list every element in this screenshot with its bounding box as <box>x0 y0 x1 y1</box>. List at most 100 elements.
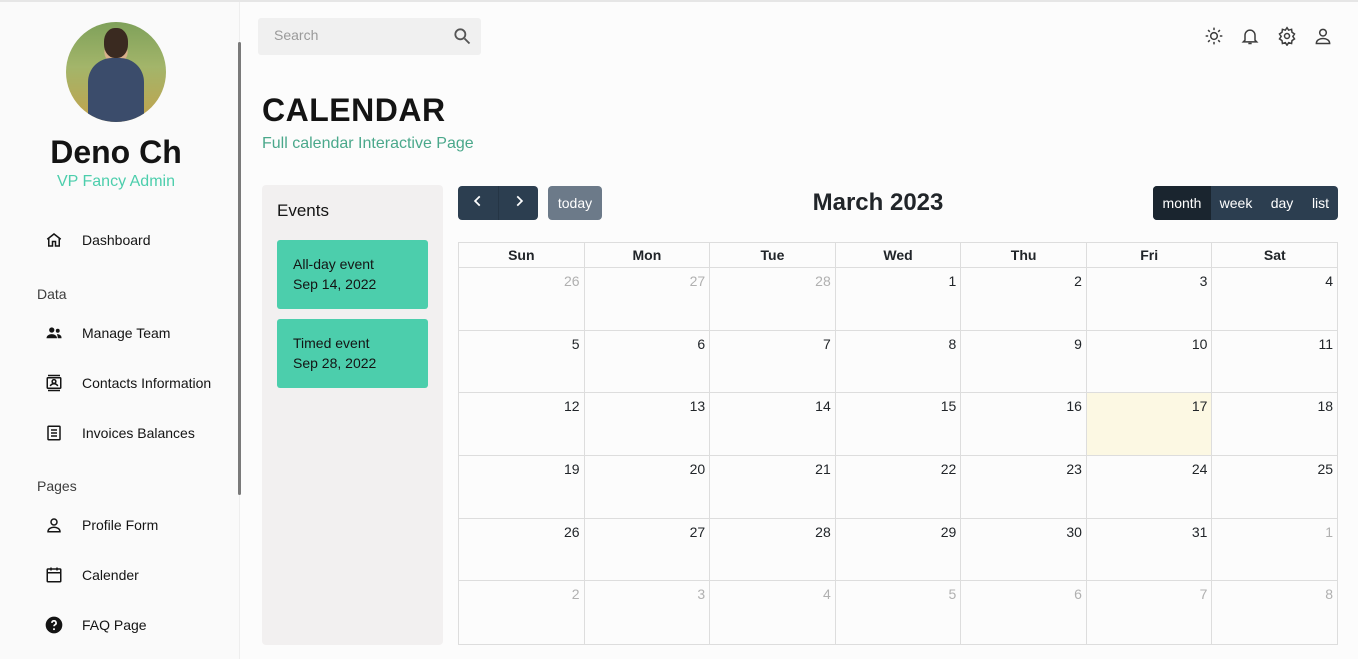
sidebar-item-contacts[interactable]: Contacts Information <box>0 361 236 405</box>
calendar-day-cell[interactable]: 1 <box>1212 519 1337 581</box>
section-label-pages: Pages <box>37 478 77 494</box>
calendar-day-cell[interactable]: 21 <box>710 455 836 518</box>
nav-button-group <box>458 186 538 220</box>
sidebar-scrollbar[interactable] <box>238 42 241 495</box>
calendar-day-cell[interactable]: 28 <box>710 518 836 581</box>
calendar-day-cell[interactable]: 27 <box>585 518 711 581</box>
calendar-day-cell[interactable]: 8 <box>1212 581 1337 644</box>
search-icon[interactable] <box>452 26 472 46</box>
calendar-day-cell[interactable]: 18 <box>1212 393 1337 455</box>
day-number: 2 <box>1074 273 1082 289</box>
day-number: 3 <box>697 586 706 603</box>
day-number: 6 <box>1074 586 1082 603</box>
search-input[interactable] <box>274 27 444 43</box>
day-number: 3 <box>1199 273 1208 289</box>
calendar-day-cell[interactable]: 6 <box>585 330 711 393</box>
view-week-button[interactable]: week <box>1211 186 1261 220</box>
calendar-day-cell[interactable]: 17 <box>1086 393 1213 455</box>
day-number: 4 <box>1325 273 1334 289</box>
weekday-label: Fri <box>1087 243 1213 267</box>
event-card[interactable]: All-day event Sep 14, 2022 <box>277 240 428 309</box>
sidebar-item-calendar[interactable]: Calender <box>0 553 236 597</box>
calendar-day-cell[interactable]: 31 <box>1087 518 1213 581</box>
calendar-day-cell[interactable]: 27 <box>585 268 711 330</box>
calendar-day-cell[interactable]: 2 <box>459 581 585 644</box>
sidebar-item-manage-team[interactable]: Manage Team <box>0 311 236 355</box>
calendar-day-cell[interactable]: 26 <box>459 518 585 581</box>
calendar-day-cell[interactable]: 11 <box>1212 331 1337 393</box>
event-title: All-day event <box>293 256 374 272</box>
event-date: Sep 14, 2022 <box>293 276 377 292</box>
section-label-data: Data <box>37 286 67 302</box>
calendar-day-cell[interactable]: 6 <box>961 581 1087 644</box>
day-number: 9 <box>1074 335 1082 352</box>
today-button[interactable]: today <box>548 186 602 220</box>
search-box <box>258 18 481 55</box>
day-number: 5 <box>948 586 957 603</box>
day-number: 6 <box>697 335 706 352</box>
event-card[interactable]: Timed event Sep 28, 2022 <box>277 319 428 388</box>
calendar-day-cell[interactable]: 22 <box>836 455 962 518</box>
next-button[interactable] <box>498 186 538 220</box>
calendar-day-cell[interactable]: 13 <box>585 393 711 455</box>
day-number: 1 <box>1325 523 1334 540</box>
day-number: 8 <box>1325 586 1334 603</box>
user-name: Deno Ch <box>50 134 182 170</box>
calendar-day-cell[interactable]: 23 <box>961 455 1087 518</box>
weekday-label: Sun <box>459 243 585 267</box>
receipt-icon <box>44 423 64 443</box>
calendar-icon <box>44 565 64 585</box>
person-icon[interactable] <box>1311 24 1335 48</box>
day-number: 10 <box>1191 335 1208 352</box>
calendar-week-row: 5 6 7 8 9 10 11 <box>459 330 1337 394</box>
calendar-day-cell[interactable]: 3 <box>1087 268 1213 330</box>
sidebar-item-profile-form[interactable]: Profile Form <box>0 503 236 547</box>
prev-button[interactable] <box>458 186 498 220</box>
calendar-day-cell[interactable]: 12 <box>459 393 585 455</box>
sidebar-item-faq[interactable]: FAQ Page <box>0 603 236 647</box>
calendar-day-cell[interactable]: 2 <box>961 268 1087 330</box>
events-title: Events <box>277 201 329 220</box>
calendar-day-cell[interactable]: 7 <box>1087 581 1213 644</box>
calendar-day-cell[interactable]: 20 <box>585 455 711 518</box>
calendar-day-cell[interactable]: 9 <box>961 330 1087 393</box>
calendar-day-cell[interactable]: 29 <box>836 518 962 581</box>
calendar-day-cell[interactable]: 3 <box>585 581 711 644</box>
calendar-day-cell[interactable]: 28 <box>710 268 836 330</box>
notifications-icon[interactable] <box>1238 24 1262 48</box>
calendar-day-cell[interactable]: 5 <box>459 330 585 393</box>
calendar-day-cell[interactable]: 26 <box>459 268 585 330</box>
home-icon <box>44 230 64 250</box>
calendar-day-cell[interactable]: 5 <box>836 581 962 644</box>
calendar-day-cell[interactable]: 10 <box>1087 330 1213 393</box>
calendar-day-cell[interactable]: 4 <box>710 581 836 644</box>
calendar-day-cell[interactable]: 16 <box>961 393 1087 455</box>
sidebar-item-label: Profile Form <box>82 517 159 533</box>
view-day-button[interactable]: day <box>1261 186 1303 220</box>
calendar-day-cell[interactable]: 24 <box>1087 455 1213 518</box>
sidebar-item-dashboard[interactable]: Dashboard <box>0 218 236 262</box>
light-mode-icon[interactable] <box>1202 24 1226 48</box>
calendar-day-cell[interactable]: 1 <box>836 268 962 330</box>
calendar-day-cell[interactable]: 7 <box>710 330 836 393</box>
calendar-day-cell[interactable]: 19 <box>459 455 585 518</box>
calendar-day-cell[interactable]: 4 <box>1212 268 1337 330</box>
day-number: 1 <box>948 273 957 289</box>
view-month-button[interactable]: month <box>1153 186 1211 220</box>
view-list-button[interactable]: list <box>1303 186 1338 220</box>
calendar-day-cell[interactable]: 15 <box>836 393 962 455</box>
calendar-day-cell[interactable]: 30 <box>961 518 1087 581</box>
settings-icon[interactable] <box>1275 24 1299 48</box>
weekday-label: Sat <box>1263 247 1286 263</box>
calendar-day-cell[interactable]: 14 <box>710 393 836 455</box>
sidebar-item-invoices[interactable]: Invoices Balances <box>0 411 236 455</box>
sidebar-item-label: Dashboard <box>82 232 151 248</box>
calendar-day-cell[interactable]: 25 <box>1212 456 1337 518</box>
events-panel: Events All-day event Sep 14, 2022 Timed … <box>262 185 443 645</box>
calendar-day-cell[interactable]: 8 <box>836 330 962 393</box>
weekday-label: Thu <box>961 243 1087 267</box>
person-icon <box>44 515 64 535</box>
avatar[interactable] <box>66 22 166 122</box>
calendar-week-row: 26 27 28 29 30 31 1 <box>459 518 1337 582</box>
day-number: 20 <box>689 460 706 477</box>
